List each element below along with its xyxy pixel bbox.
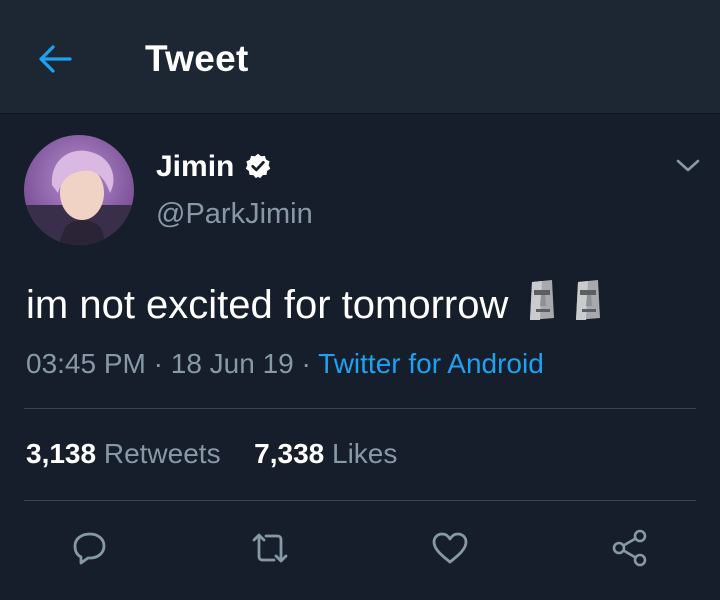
- reply-button[interactable]: [66, 524, 114, 572]
- divider: [24, 500, 696, 501]
- meta-separator: ·: [145, 348, 171, 379]
- verified-badge-icon: [245, 153, 271, 179]
- like-button[interactable]: [426, 524, 474, 572]
- divider: [24, 408, 696, 409]
- avatar[interactable]: [24, 135, 134, 245]
- chevron-down-icon: [676, 159, 700, 172]
- tweet-meta: 03:45 PM · 18 Jun 19 · Twitter for Andro…: [26, 348, 544, 380]
- retweet-button[interactable]: [246, 524, 294, 572]
- display-name[interactable]: Jimin: [156, 150, 234, 184]
- avatar-image: [24, 135, 134, 245]
- back-button[interactable]: [30, 34, 80, 84]
- arrow-left-icon: [39, 45, 72, 73]
- tweet-options-button[interactable]: [668, 148, 708, 184]
- reply-icon: [73, 532, 106, 565]
- tweet-source-link[interactable]: Twitter for Android: [318, 348, 544, 379]
- retweets-count: 3,138: [26, 438, 97, 469]
- moai-icon: [572, 278, 606, 332]
- share-icon: [612, 529, 647, 567]
- share-button[interactable]: [606, 524, 654, 572]
- top-bar: Tweet: [0, 0, 720, 114]
- tweet-body: im not excited for tomorrow: [26, 282, 509, 327]
- tweet-stats: 3,138 Retweets 7,338 Likes: [26, 438, 397, 470]
- retweet-icon: [252, 533, 288, 563]
- page-title: Tweet: [145, 38, 249, 79]
- meta-separator: ·: [293, 348, 319, 379]
- likes-label: Likes: [332, 438, 398, 469]
- tweet-date: 18 Jun 19: [170, 348, 294, 379]
- tweet-text: im not excited for tomorrow: [26, 278, 606, 332]
- retweets-label: Retweets: [103, 438, 221, 469]
- user-handle[interactable]: @ParkJimin: [156, 198, 313, 231]
- moai-icon: [526, 278, 560, 332]
- likes-stat[interactable]: 7,338 Likes: [254, 438, 397, 469]
- retweets-stat[interactable]: 3,138 Retweets: [26, 438, 228, 469]
- tweet-time: 03:45 PM: [26, 348, 146, 379]
- likes-count: 7,338: [254, 438, 325, 469]
- like-icon: [432, 532, 468, 564]
